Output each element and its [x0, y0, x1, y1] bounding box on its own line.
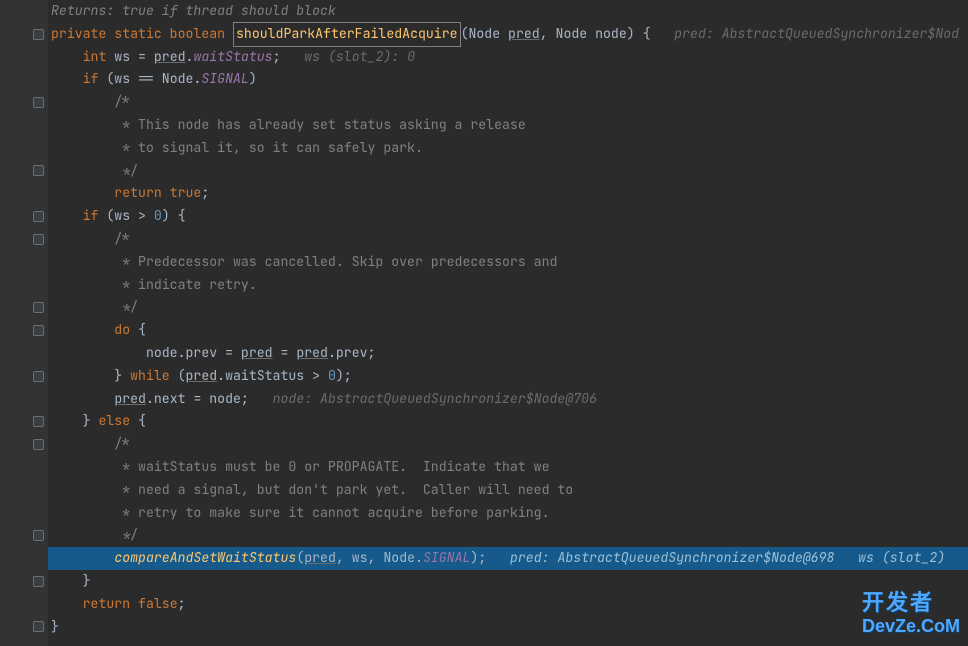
code-line: private static boolean shouldParkAfterFa…	[48, 23, 968, 46]
code-line: } while (pred.waitStatus > 0);	[48, 365, 968, 388]
comment-line: */	[48, 524, 968, 547]
comment-line: /*	[48, 91, 968, 114]
code-line: int ws = pred.waitStatus; ws (slot_2): 0	[48, 46, 968, 69]
gutter-marker	[0, 433, 48, 456]
doc-line: Returns: true if thread should block	[48, 0, 968, 23]
method-name-highlight: shouldParkAfterFailedAcquire	[233, 22, 461, 47]
code-line: if (ws == Node.SIGNAL)	[48, 68, 968, 91]
code-line: pred.next = node; node: AbstractQueuedSy…	[48, 388, 968, 411]
comment-line: * indicate retry.	[48, 274, 968, 297]
fold-icon[interactable]	[33, 325, 44, 336]
comment-line: * This node has already set status askin…	[48, 114, 968, 137]
code-line: if (ws > 0) {	[48, 205, 968, 228]
code-line: do {	[48, 319, 968, 342]
fold-icon[interactable]	[33, 371, 44, 382]
code-line: node.prev = pred = pred.prev;	[48, 342, 968, 365]
gutter-marker	[0, 524, 48, 547]
gutter-marker	[0, 160, 48, 183]
gutter-marker	[0, 616, 48, 639]
gutter-marker	[0, 410, 48, 433]
fold-icon[interactable]	[33, 234, 44, 245]
code-area[interactable]: Returns: true if thread should block pri…	[48, 0, 968, 638]
fold-icon[interactable]	[33, 211, 44, 222]
gutter-marker	[0, 205, 48, 228]
fold-icon[interactable]	[33, 29, 44, 40]
comment-line: /*	[48, 228, 968, 251]
fold-icon[interactable]	[33, 439, 44, 450]
inline-hint: node: AbstractQueuedSynchronizer$Node@70…	[249, 388, 597, 411]
gutter-marker	[0, 570, 48, 593]
current-execution-line: compareAndSetWaitStatus(pred, ws, Node.S…	[48, 547, 968, 570]
fold-icon[interactable]	[33, 165, 44, 176]
comment-line: * to signal it, so it can safely park.	[48, 137, 968, 160]
comment-line: * Predecessor was cancelled. Skip over p…	[48, 251, 968, 274]
comment-line: * need a signal, but don't park yet. Cal…	[48, 479, 968, 502]
gutter-marker	[0, 296, 48, 319]
code-line: }	[48, 570, 968, 593]
gutter-marker	[0, 23, 48, 46]
fold-icon[interactable]	[33, 97, 44, 108]
fold-icon[interactable]	[33, 530, 44, 541]
gutter-marker	[0, 365, 48, 388]
fold-icon[interactable]	[33, 302, 44, 313]
code-line: return false;	[48, 593, 968, 616]
code-editor[interactable]: { "doc": { "returns_label": "Returns:", …	[0, 0, 968, 646]
comment-line: * waitStatus must be 0 or PROPAGATE. Ind…	[48, 456, 968, 479]
comment-line: * retry to make sure it cannot acquire b…	[48, 502, 968, 525]
comment-line: /*	[48, 433, 968, 456]
comment-line: */	[48, 296, 968, 319]
fold-icon[interactable]	[33, 621, 44, 632]
inline-hint: pred: AbstractQueuedSynchronizer$Nod	[650, 23, 959, 46]
gutter-marker	[0, 228, 48, 251]
fold-icon[interactable]	[33, 416, 44, 427]
inline-hint: ws (slot_2): 0	[281, 46, 416, 69]
gutter-marker	[0, 91, 48, 114]
inline-hint: pred: AbstractQueuedSynchronizer$Node@69…	[486, 547, 945, 570]
gutter-marker	[0, 319, 48, 342]
comment-line: */	[48, 160, 968, 183]
code-line: } else {	[48, 410, 968, 433]
editor-gutter	[0, 0, 48, 646]
fold-icon[interactable]	[33, 576, 44, 587]
code-line: return true;	[48, 182, 968, 205]
code-line: }	[48, 616, 968, 639]
